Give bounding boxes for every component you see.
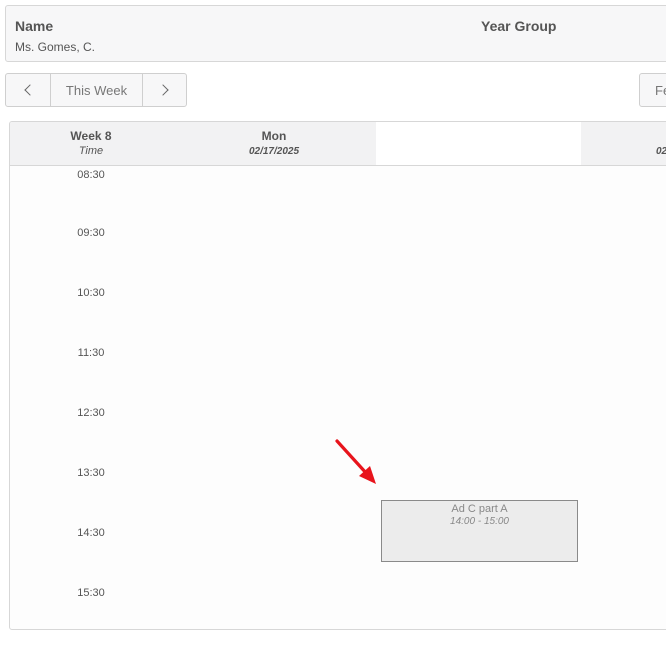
week-number: Week 8	[70, 129, 112, 143]
name-label: Name	[15, 18, 54, 34]
this-week-button[interactable]: This Week	[51, 74, 143, 106]
day-date-mon: 02/17/2025	[248, 146, 300, 157]
right-toolbar-button[interactable]: Fe	[639, 73, 666, 107]
info-bar: Name Ms. Gomes, C. Year Group	[5, 5, 666, 62]
name-value: Ms. Gomes, C.	[15, 40, 96, 54]
time-slot-label: 12:30	[77, 407, 105, 419]
time-slot-label: 11:30	[77, 347, 105, 359]
next-week-button[interactable]	[143, 74, 186, 106]
chevron-left-icon	[23, 84, 36, 96]
time-slot-label: 09:30	[77, 227, 105, 239]
annotation-arrow-icon	[335, 439, 376, 484]
day-header-mon: Mon	[261, 129, 287, 143]
header-blank-column	[376, 122, 581, 165]
day-date-next-partial: 02	[656, 146, 666, 157]
event-title: Ad C part A	[451, 503, 508, 515]
calendar-event[interactable]: Ad C part A 14:00 - 15:00	[381, 500, 578, 562]
chevron-right-icon	[157, 84, 169, 96]
year-group-label: Year Group	[481, 18, 557, 34]
time-slot-label: 10:30	[77, 287, 105, 299]
calendar-header: Week 8 Time Mon 02/17/2025 02	[10, 122, 666, 166]
time-slot-label: 13:30	[77, 467, 105, 479]
time-column-label: Time	[78, 145, 104, 157]
time-slot-label: 08:30	[77, 169, 105, 181]
time-slot-label: 15:30	[77, 587, 105, 599]
week-navigation: This Week	[5, 73, 187, 107]
previous-week-button[interactable]	[6, 74, 51, 106]
time-slot-label: 14:30	[77, 527, 105, 539]
calendar: Week 8 Time Mon 02/17/2025 02 08:30 09:3…	[9, 121, 666, 630]
event-time: 14:00 - 15:00	[450, 516, 509, 527]
